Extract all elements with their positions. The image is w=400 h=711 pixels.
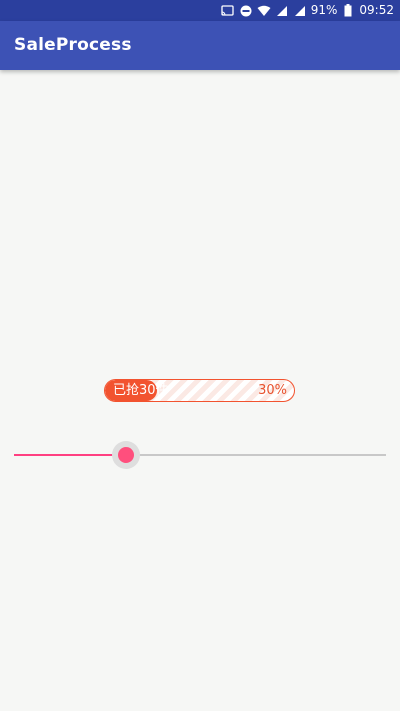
status-bar: 91% 09:52 xyxy=(0,0,400,21)
sale-progress-percent: 30% xyxy=(258,383,287,398)
status-icons: 91% 09:52 xyxy=(221,3,394,18)
sale-progress-bar: 已抢30件 30% xyxy=(104,379,295,402)
sale-progress-label: 已抢30件 xyxy=(113,383,169,398)
app-title: SaleProcess xyxy=(14,35,132,55)
battery-percent: 91% xyxy=(310,3,338,17)
seekbar-progress xyxy=(14,454,126,456)
do-not-disturb-icon xyxy=(239,4,253,18)
wifi-icon xyxy=(257,4,271,18)
cast-icon xyxy=(221,4,235,18)
app-bar: SaleProcess xyxy=(0,21,400,70)
seekbar-thumb[interactable] xyxy=(118,447,134,463)
seekbar[interactable] xyxy=(14,441,386,469)
cell-signal-icon xyxy=(293,4,307,18)
cell-signal-icon xyxy=(275,4,289,18)
clock: 09:52 xyxy=(359,3,394,17)
battery-icon xyxy=(341,4,355,18)
